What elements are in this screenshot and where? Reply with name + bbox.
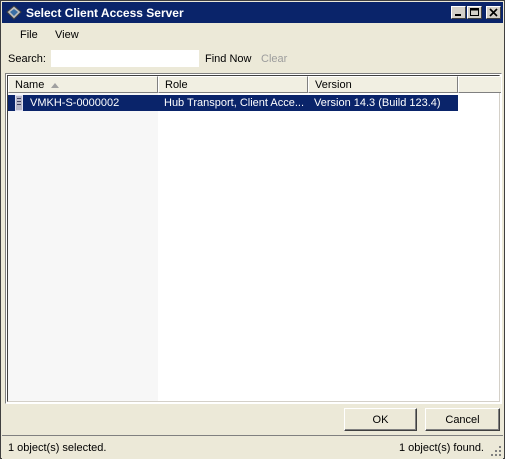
- close-icon: [489, 8, 498, 17]
- column-header-label: Role: [165, 79, 188, 91]
- status-selected: 1 object(s) selected.: [8, 442, 107, 454]
- close-button[interactable]: [486, 6, 501, 19]
- exchange-app-icon: [6, 5, 22, 20]
- column-header-label: Version: [315, 79, 352, 91]
- sort-ascending-icon: [51, 83, 59, 88]
- column-header-label: Name: [15, 79, 45, 91]
- column-header-role[interactable]: Role: [158, 76, 308, 93]
- status-found: 1 object(s) found.: [399, 442, 484, 454]
- cell-role: Hub Transport, Client Acce...: [164, 97, 305, 109]
- column-header-filler: [458, 76, 501, 93]
- results-list-body: Name Role Version VMKH-S-0000002 Hub Tra…: [7, 75, 501, 402]
- cancel-button[interactable]: Cancel: [425, 408, 500, 431]
- status-bar: 1 object(s) selected. 1 object(s) found.: [2, 435, 503, 459]
- table-row[interactable]: VMKH-S-0000002 Hub Transport, Client Acc…: [8, 95, 458, 111]
- clear-button[interactable]: Clear: [261, 53, 287, 65]
- select-client-access-server-dialog: Select Client Access Server File View Se…: [0, 0, 505, 459]
- search-bar: Search: Find Now Clear: [2, 47, 503, 71]
- cell-name: VMKH-S-0000002: [30, 97, 120, 109]
- cell-version: Version 14.3 (Build 123.4): [314, 97, 441, 109]
- server-icon: [15, 95, 23, 114]
- minimize-icon: [455, 14, 461, 16]
- find-now-button[interactable]: Find Now: [205, 53, 251, 65]
- menu-file[interactable]: File: [20, 29, 38, 41]
- search-label: Search:: [8, 53, 46, 65]
- maximize-icon: [470, 8, 479, 16]
- resize-grip-icon[interactable]: [490, 445, 502, 457]
- list-header: Name Role Version: [8, 76, 501, 93]
- name-column-shading: [8, 93, 158, 401]
- column-header-version[interactable]: Version: [308, 76, 458, 93]
- title-bar[interactable]: Select Client Access Server: [2, 2, 503, 23]
- results-list[interactable]: Name Role Version VMKH-S-0000002 Hub Tra…: [5, 73, 502, 404]
- search-input[interactable]: [51, 50, 199, 67]
- ok-button[interactable]: OK: [344, 408, 417, 431]
- maximize-button[interactable]: [467, 6, 482, 19]
- column-header-name[interactable]: Name: [8, 76, 158, 93]
- menu-bar: File View: [2, 24, 503, 46]
- window-title: Select Client Access Server: [26, 6, 184, 20]
- menu-view[interactable]: View: [55, 29, 79, 41]
- minimize-button[interactable]: [451, 6, 466, 19]
